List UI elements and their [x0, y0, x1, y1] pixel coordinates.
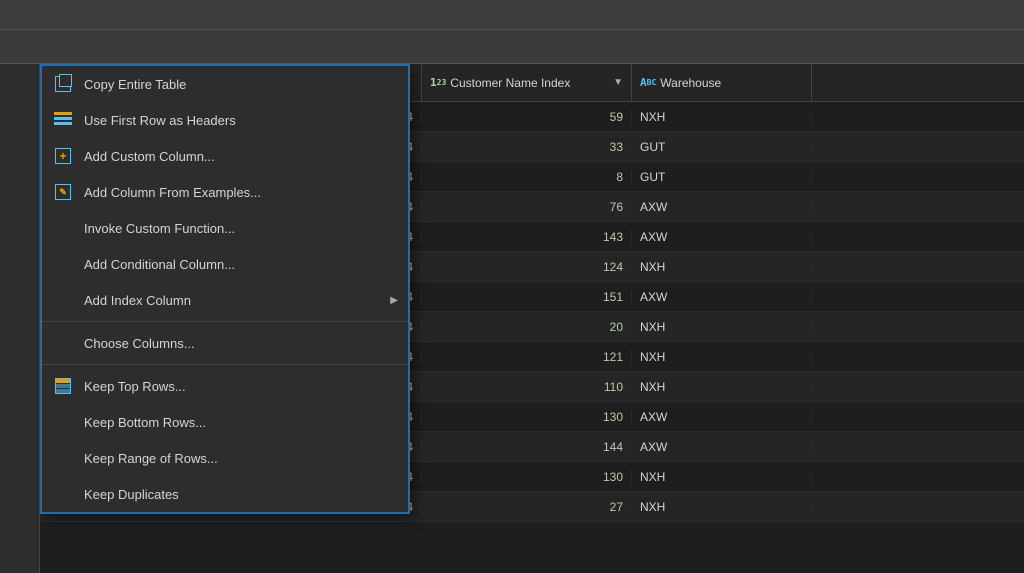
cell-customer-index: 124	[422, 260, 632, 274]
cell-customer-index: 143	[422, 230, 632, 244]
menu-icon-empty	[52, 289, 74, 311]
menu-item-add-conditional-col[interactable]: Add Conditional Column...	[42, 246, 408, 282]
cell-warehouse: GUT	[632, 140, 812, 154]
menu-icon-empty	[52, 483, 74, 505]
cell-warehouse: NXH	[632, 320, 812, 334]
menu-item-add-custom-col[interactable]: + Add Custom Column...	[42, 138, 408, 174]
menu-separator	[42, 321, 408, 322]
menu-item-label-keep-top-rows: Keep Top Rows...	[84, 379, 186, 394]
cell-customer-index: 130	[422, 410, 632, 424]
menu-item-label-add-custom-col: Add Custom Column...	[84, 149, 215, 164]
cell-warehouse: AXW	[632, 410, 812, 424]
col-label-customer-name-index: Customer Name Index	[450, 76, 603, 90]
menu-item-keep-bottom-rows[interactable]: Keep Bottom Rows...	[42, 404, 408, 440]
menu-item-label-choose-columns: Choose Columns...	[84, 336, 195, 351]
cell-warehouse: NXH	[632, 350, 812, 364]
top-bar	[0, 0, 1024, 30]
cell-customer-index: 33	[422, 140, 632, 154]
menu-item-choose-columns[interactable]: Choose Columns...	[42, 325, 408, 361]
cell-customer-index: 76	[422, 200, 632, 214]
sidebar-collapse-btn[interactable]	[14, 72, 26, 84]
col-type-warehouse: ABC	[640, 76, 656, 89]
formula-cancel-btn[interactable]	[8, 45, 20, 49]
menu-item-label-add-col-examples: Add Column From Examples...	[84, 185, 261, 200]
cell-customer-index: 8	[422, 170, 632, 184]
menu-item-add-index-col[interactable]: Add Index Column	[42, 282, 408, 318]
menu-icon-empty	[52, 253, 74, 275]
formula-confirm-btn[interactable]	[26, 45, 38, 49]
col-label-warehouse: Warehouse	[660, 76, 803, 90]
menu-item-label-add-index-col: Add Index Column	[84, 293, 191, 308]
menu-item-label-invoke-custom-fn: Invoke Custom Function...	[84, 221, 235, 236]
cell-warehouse: GUT	[632, 170, 812, 184]
menu-item-keep-duplicates[interactable]: Keep Duplicates	[42, 476, 408, 512]
cell-customer-index: 151	[422, 290, 632, 304]
cell-customer-index: 27	[422, 500, 632, 514]
cell-customer-index: 20	[422, 320, 632, 334]
cell-customer-index: 110	[422, 380, 632, 394]
menu-item-label-use-first-row: Use First Row as Headers	[84, 113, 236, 128]
menu-icon-empty	[52, 217, 74, 239]
copy-icon	[52, 73, 74, 95]
menu-icon-empty	[52, 447, 74, 469]
menu-item-label-keep-bottom-rows: Keep Bottom Rows...	[84, 415, 206, 430]
sidebar	[0, 64, 40, 573]
menu-item-label-copy-table: Copy Entire Table	[84, 77, 186, 92]
cell-customer-index: 121	[422, 350, 632, 364]
menu-item-label-keep-range-rows: Keep Range of Rows...	[84, 451, 218, 466]
custom-col-icon: +	[52, 145, 74, 167]
menu-item-label-keep-duplicates: Keep Duplicates	[84, 487, 179, 502]
menu-separator	[42, 364, 408, 365]
table-area: ABC Order Number ▼ 🗓 Order Date ▼ 123 Cu…	[40, 64, 1024, 573]
cell-warehouse: NXH	[632, 500, 812, 514]
menu-item-copy-table[interactable]: Copy Entire Table	[42, 66, 408, 102]
cell-warehouse: AXW	[632, 200, 812, 214]
cell-warehouse: AXW	[632, 290, 812, 304]
main-area: ABC Order Number ▼ 🗓 Order Date ▼ 123 Cu…	[0, 64, 1024, 573]
cell-warehouse: AXW	[632, 440, 812, 454]
menu-item-use-first-row[interactable]: Use First Row as Headers	[42, 102, 408, 138]
menu-item-invoke-custom-fn[interactable]: Invoke Custom Function...	[42, 210, 408, 246]
cell-customer-index: 130	[422, 470, 632, 484]
menu-icon-empty	[52, 332, 74, 354]
col-header-warehouse[interactable]: ABC Warehouse	[632, 64, 812, 101]
col-dropdown-customer[interactable]: ▼	[607, 77, 623, 88]
menu-item-keep-range-rows[interactable]: Keep Range of Rows...	[42, 440, 408, 476]
cell-warehouse: NXH	[632, 260, 812, 274]
menu-item-label-add-conditional-col: Add Conditional Column...	[84, 257, 235, 272]
menu-icon-empty	[52, 411, 74, 433]
cell-customer-index: 59	[422, 110, 632, 124]
context-menu: Copy Entire Table Use First Row as Heade…	[40, 64, 410, 514]
formula-bar	[0, 30, 1024, 64]
col-header-customer-name-index[interactable]: 123 Customer Name Index ▼	[422, 64, 632, 101]
cell-warehouse: NXH	[632, 110, 812, 124]
keep-rows-icon	[52, 375, 74, 397]
examples-col-icon: ✎	[52, 181, 74, 203]
cell-warehouse: NXH	[632, 470, 812, 484]
cell-customer-index: 144	[422, 440, 632, 454]
menu-item-keep-top-rows[interactable]: Keep Top Rows...	[42, 368, 408, 404]
col-type-customer-index: 123	[430, 76, 446, 89]
cell-warehouse: AXW	[632, 230, 812, 244]
cell-warehouse: NXH	[632, 380, 812, 394]
headers-icon	[52, 109, 74, 131]
menu-item-add-col-examples[interactable]: ✎ Add Column From Examples...	[42, 174, 408, 210]
